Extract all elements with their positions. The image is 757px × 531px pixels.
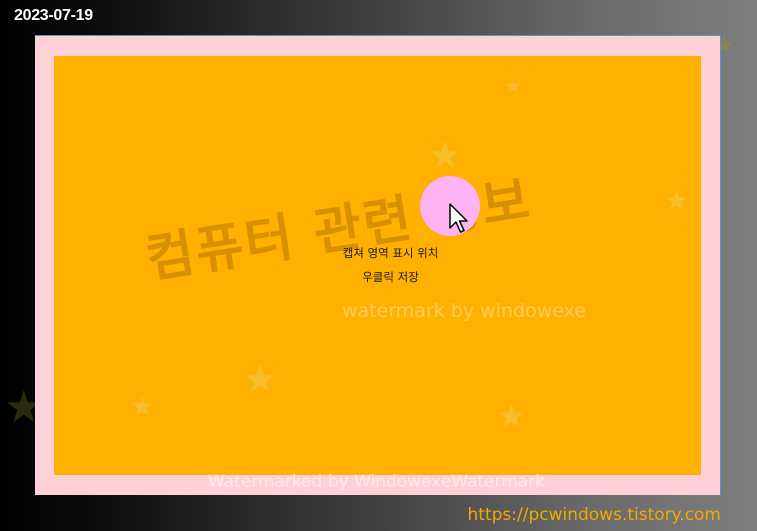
capture-location-label: 캡쳐 영역 표시 위치 [342,246,439,260]
star-icon: ★ [243,357,278,401]
date-stamp: 2023-07-19 [14,7,93,24]
star-icon: ★ [664,184,690,217]
star-icon: ★ [497,397,526,435]
star-icon: ★ [505,76,522,97]
star-icon: ★ [130,390,156,423]
watermark-bottom: Watermarked by WindowexeWatermark [208,472,546,492]
footer-url-link[interactable]: https://pcwindows.tistory.com [468,505,721,525]
watermark-english: watermark by windowexe [342,300,586,322]
mouse-pointer-icon [449,203,468,233]
right-click-save-label: 우클릭 저장 [362,270,419,284]
